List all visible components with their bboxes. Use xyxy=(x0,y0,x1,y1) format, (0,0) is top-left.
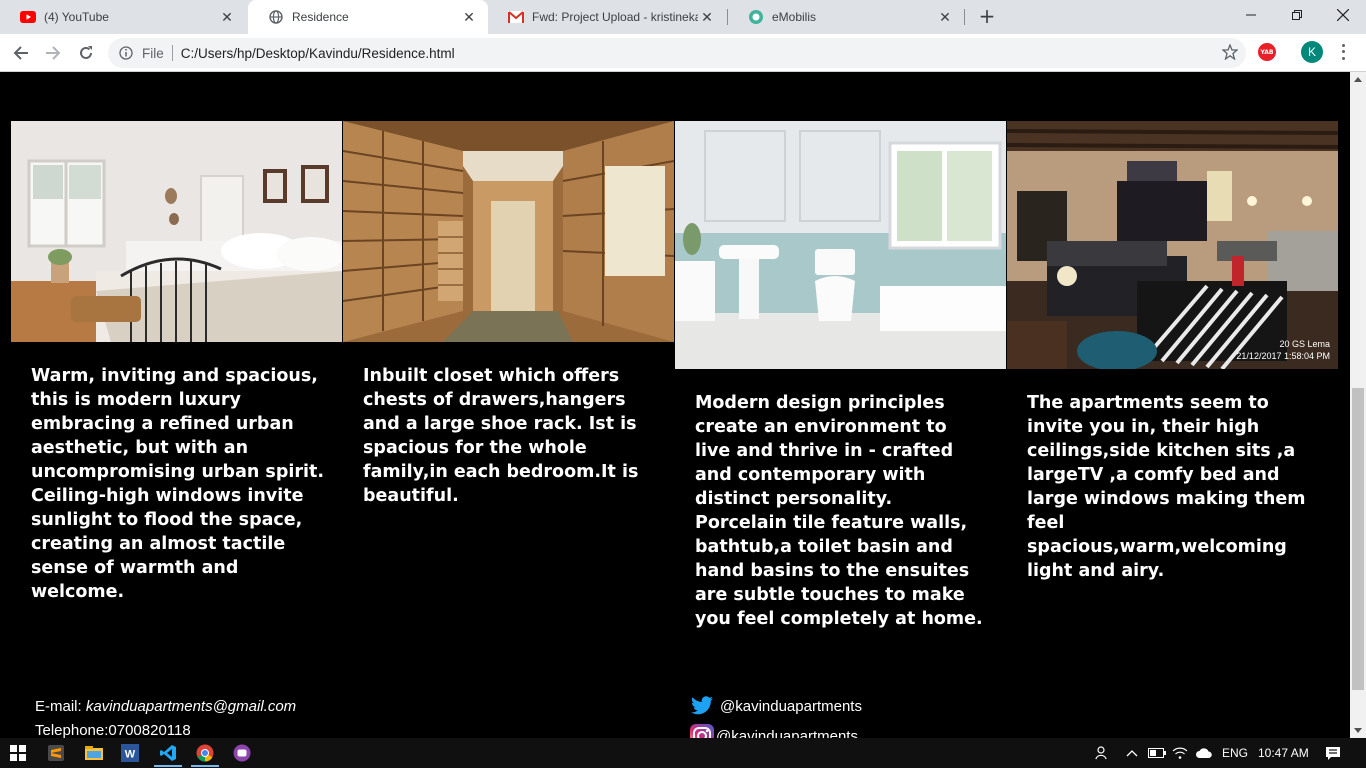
tab-youtube[interactable]: (4) YouTube ✕ xyxy=(0,0,246,34)
tab-title: eMobilis xyxy=(772,10,817,24)
minimize-button[interactable] xyxy=(1228,0,1274,30)
twitter-icon xyxy=(690,696,714,716)
chrome-icon[interactable] xyxy=(193,741,217,765)
forward-arrow-icon xyxy=(46,46,61,60)
vscode-icon[interactable] xyxy=(156,741,180,765)
tab-close-icon[interactable]: ✕ xyxy=(218,8,236,26)
file-explorer-icon[interactable] xyxy=(82,741,106,765)
scroll-up-arrow-icon[interactable] xyxy=(1354,77,1362,82)
tab-gmail[interactable]: Fwd: Project Upload - kristinekak ✕ xyxy=(488,0,726,34)
profile-avatar[interactable]: K xyxy=(1301,41,1323,63)
youtube-icon xyxy=(20,9,36,25)
action-center-icon[interactable] xyxy=(1325,738,1341,768)
twitter-link[interactable]: @kavinduapartments xyxy=(690,696,862,716)
close-window-button[interactable] xyxy=(1320,0,1366,30)
tab-close-icon[interactable]: ✕ xyxy=(698,8,716,26)
url-text[interactable]: C:/Users/hp/Desktop/Kavindu/Residence.ht… xyxy=(181,46,455,61)
info-icon[interactable] xyxy=(118,45,134,61)
cloud-icon[interactable] xyxy=(1195,738,1213,768)
tab-close-icon[interactable]: ✕ xyxy=(460,8,478,26)
email-label: E-mail: xyxy=(35,698,82,715)
back-arrow-icon xyxy=(13,46,28,60)
tab-title: (4) YouTube xyxy=(44,10,109,24)
bathroom-description: Modern design principles create an envir… xyxy=(695,393,983,629)
closet-description: Inbuilt closet which offers chests of dr… xyxy=(363,366,639,506)
bedroom-description: Warm, inviting and spacious, this is mod… xyxy=(31,366,325,602)
tab-close-icon[interactable]: ✕ xyxy=(936,8,954,26)
url-scheme-label: File xyxy=(142,45,164,61)
tab-title: Fwd: Project Upload - kristinekak xyxy=(532,10,698,24)
apartment-photo: 20 GS Lema 21/12/2017 1:58:04 PM xyxy=(1007,121,1338,369)
scroll-down-arrow-icon[interactable] xyxy=(1354,728,1362,733)
app-purple-icon[interactable] xyxy=(230,741,254,765)
instagram-handle: @kavinduapartments xyxy=(716,727,858,739)
back-button[interactable] xyxy=(8,40,34,66)
telephone-line: Telephone:0700820118 xyxy=(35,722,191,738)
browser-toolbar: File C:/Users/hp/Desktop/Kavindu/Residen… xyxy=(0,34,1366,72)
tab-emobilis[interactable]: eMobilis ✕ xyxy=(728,0,964,34)
tab-title: Residence xyxy=(292,10,349,24)
page-viewport: 20 GS Lema 21/12/2017 1:58:04 PM Warm, i… xyxy=(0,72,1350,738)
chrome-active-indicator xyxy=(191,765,219,767)
language-indicator[interactable]: ENG xyxy=(1222,738,1248,768)
reload-button[interactable] xyxy=(73,40,99,66)
photo-timestamp: 20 GS Lema 21/12/2017 1:58:04 PM xyxy=(1236,338,1330,362)
chrome-menu-icon[interactable] xyxy=(1338,42,1348,62)
sublime-text-icon[interactable] xyxy=(44,741,68,765)
windows-taskbar: W ENG 10:47 AM xyxy=(0,738,1366,768)
bathroom-photo xyxy=(675,121,1006,369)
forward-button[interactable] xyxy=(40,40,66,66)
reload-icon xyxy=(80,46,92,59)
wifi-icon[interactable] xyxy=(1172,738,1188,768)
show-hidden-icons-chevron-icon[interactable] xyxy=(1126,738,1138,768)
gmail-icon xyxy=(508,9,524,25)
url-divider xyxy=(171,45,173,61)
tab-strip: (4) YouTube ✕ Residence ✕ Fwd: Project U… xyxy=(0,0,1366,34)
apartment-description: The apartments seem to invite you in, th… xyxy=(1027,393,1306,581)
globe-icon xyxy=(268,9,284,25)
page-scrollbar[interactable] xyxy=(1350,72,1366,738)
tab-separator xyxy=(964,9,965,25)
address-bar[interactable]: File C:/Users/hp/Desktop/Kavindu/Residen… xyxy=(108,38,1246,68)
twitter-handle: @kavinduapartments xyxy=(720,697,862,715)
scrollbar-thumb[interactable] xyxy=(1352,388,1364,690)
photo-stamp-line2: 21/12/2017 1:58:04 PM xyxy=(1236,351,1330,361)
svg-text:W: W xyxy=(125,749,136,761)
clock-time[interactable]: 10:47 AM xyxy=(1258,738,1309,768)
vscode-active-indicator xyxy=(154,765,182,767)
photo-stamp-line1: 20 GS Lema xyxy=(1279,339,1330,349)
emobilis-icon xyxy=(748,9,764,25)
windows-start-icon[interactable] xyxy=(6,741,30,765)
new-tab-button[interactable]: + xyxy=(976,6,998,28)
bookmark-star-icon[interactable] xyxy=(1221,43,1239,63)
word-icon[interactable]: W xyxy=(118,741,142,765)
tab-residence[interactable]: Residence ✕ xyxy=(248,0,488,34)
instagram-icon xyxy=(690,724,714,738)
email-line: E-mail: kavinduapartments@gmail.com xyxy=(35,698,296,715)
extension-yab-icon[interactable]: YAB xyxy=(1258,43,1276,61)
battery-icon[interactable] xyxy=(1148,738,1166,768)
people-icon[interactable] xyxy=(1095,738,1111,768)
bedroom-photo xyxy=(11,121,342,342)
closet-photo xyxy=(343,121,674,342)
instagram-link[interactable]: @kavinduapartments xyxy=(690,724,858,738)
email-link[interactable]: kavinduapartments@gmail.com xyxy=(86,698,296,715)
restore-button[interactable] xyxy=(1274,0,1320,30)
